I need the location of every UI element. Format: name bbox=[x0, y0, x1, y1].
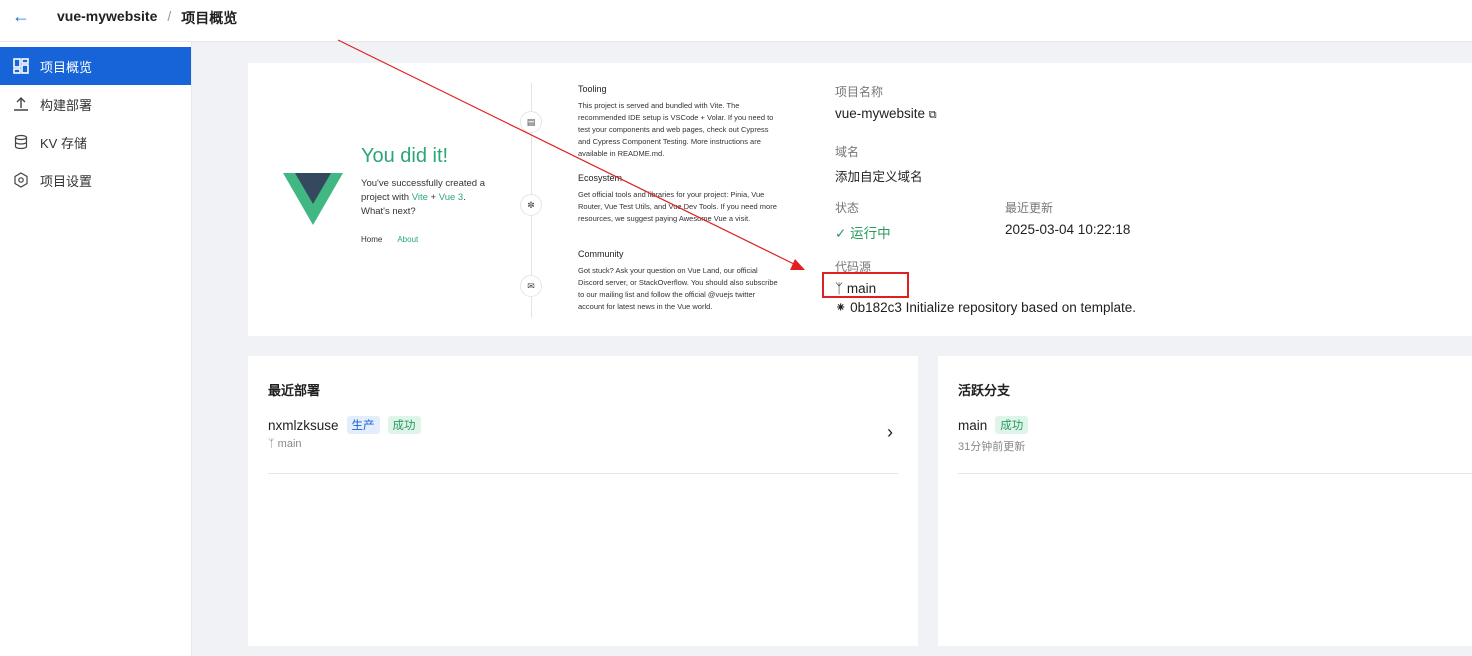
breadcrumb-separator: / bbox=[167, 8, 172, 24]
active-branch-card: 活跃分支 main 成功 31分钟前更新 bbox=[938, 356, 1472, 646]
sidebar-item-label: 构建部署 bbox=[40, 97, 93, 113]
site-preview[interactable]: You did it! You've successfully created … bbox=[248, 63, 818, 336]
preview-link-about[interactable]: About bbox=[397, 235, 418, 244]
branch-row[interactable]: main 成功 31分钟前更新 bbox=[958, 416, 1472, 474]
breadcrumb: vue-mywebsite / 项目概览 bbox=[57, 8, 237, 28]
updated-field: 最近更新 2025-03-04 10:22:18 bbox=[1005, 201, 1131, 237]
status-badge: 成功 bbox=[995, 416, 1029, 434]
active-branch-title: 活跃分支 bbox=[958, 383, 1011, 398]
copy-icon[interactable]: ⧉ bbox=[929, 109, 937, 121]
sidebar-item-settings[interactable]: 项目设置 bbox=[0, 161, 191, 199]
ecosystem-icon: ✼ bbox=[520, 194, 542, 216]
add-domain-link[interactable]: 添加自定义域名 bbox=[835, 166, 923, 185]
check-circle-icon: ✓ bbox=[835, 226, 847, 241]
dashboard-icon bbox=[12, 57, 30, 75]
sidebar-item-label: KV 存储 bbox=[40, 135, 87, 151]
top-bar: ← vue-mywebsite / 项目概览 bbox=[0, 0, 1472, 42]
sidebar-item-overview[interactable]: 项目概览 bbox=[0, 47, 191, 85]
domain-field: 域名 添加自定义域名 bbox=[835, 145, 923, 185]
preview-link-home[interactable]: Home bbox=[361, 235, 382, 244]
preview-community: Community Got stuck? Ask your question o… bbox=[578, 249, 778, 311]
settings-icon bbox=[12, 171, 30, 189]
preview-ecosystem: Ecosystem Get official tools and librari… bbox=[578, 173, 777, 223]
preview-title: You did it! bbox=[361, 145, 449, 167]
branch-name: main bbox=[958, 417, 988, 433]
status-field: 状态 ✓ 运行中 bbox=[835, 201, 891, 241]
deploy-branch: main bbox=[277, 438, 302, 450]
community-icon: ✉ bbox=[520, 275, 542, 297]
recent-deploy-card: 最近部署 nxmlzksuse 生产 成功 ᛉ main › bbox=[248, 356, 918, 646]
preview-tooling: Tooling This project is served and bundl… bbox=[578, 84, 774, 158]
commit-icon: ⁕ bbox=[835, 300, 847, 315]
sidebar-item-label: 项目概览 bbox=[40, 59, 93, 75]
preview-subtitle: You've successfully created a project wi… bbox=[361, 178, 485, 217]
branch-icon: ᛉ bbox=[268, 438, 275, 450]
vue-logo bbox=[283, 173, 343, 225]
deploy-row[interactable]: nxmlzksuse 生产 成功 ᛉ main › bbox=[268, 416, 898, 474]
status-value: 运行中 bbox=[850, 226, 891, 241]
sidebar-item-kv[interactable]: KV 存储 bbox=[0, 123, 191, 161]
env-badge: 生产 bbox=[346, 416, 380, 434]
annotation-box bbox=[822, 272, 909, 298]
breadcrumb-project[interactable]: vue-mywebsite bbox=[57, 8, 157, 28]
deploy-name: nxmlzksuse bbox=[268, 417, 339, 433]
chevron-right-icon[interactable]: › bbox=[887, 422, 893, 443]
project-name: vue-mywebsite bbox=[835, 106, 926, 121]
arrow-left-icon[interactable]: ← bbox=[12, 6, 30, 27]
tooling-icon: ▤ bbox=[520, 111, 542, 133]
database-icon bbox=[12, 133, 30, 151]
updated-value: 2025-03-04 10:22:18 bbox=[1005, 222, 1131, 237]
sidebar-item-label: 项目设置 bbox=[40, 173, 93, 189]
breadcrumb-page: 项目概览 bbox=[181, 10, 238, 26]
project-name-field: 项目名称 vue-mywebsite ⧉ bbox=[835, 85, 937, 121]
preview-nav: Home About bbox=[361, 235, 418, 244]
branch-updated: 31分钟前更新 bbox=[958, 441, 1026, 453]
commit-message: 0b182c3 Initialize repository based on t… bbox=[850, 300, 1137, 315]
upload-icon bbox=[12, 95, 30, 113]
recent-deploy-title: 最近部署 bbox=[268, 383, 321, 398]
sidebar-item-deploy[interactable]: 构建部署 bbox=[0, 85, 191, 123]
sidebar: 项目概览 构建部署 KV 存储 项目设置 bbox=[0, 42, 192, 656]
status-badge: 成功 bbox=[387, 416, 421, 434]
